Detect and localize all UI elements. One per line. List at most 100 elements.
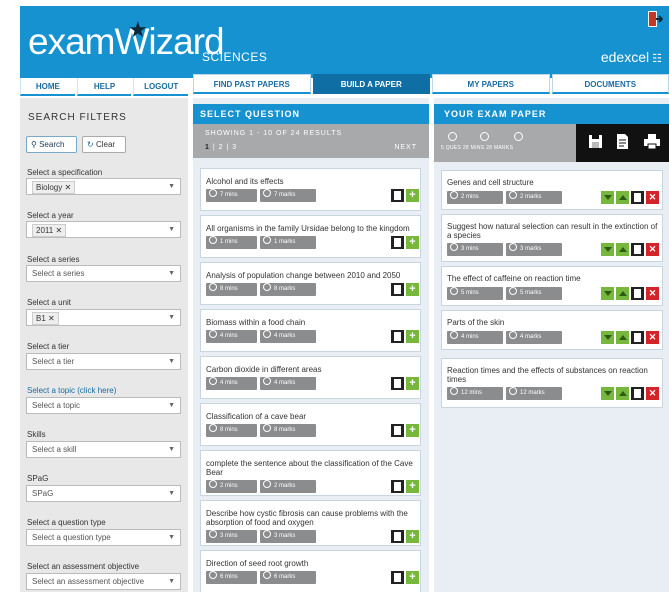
- preview-icon[interactable]: [391, 283, 404, 296]
- exam-question-card[interactable]: Genes and cell structure 2 mins 2 marks ✕: [441, 170, 663, 210]
- preview-icon[interactable]: [391, 330, 404, 343]
- exam-question-card[interactable]: Reaction times and the effects of substa…: [441, 358, 663, 408]
- next-page-link[interactable]: NEXT: [394, 144, 417, 151]
- remove-icon[interactable]: ✕: [64, 183, 71, 192]
- refresh-icon: ↻: [87, 140, 94, 149]
- page-link[interactable]: 2: [219, 144, 224, 151]
- move-up-icon[interactable]: [616, 243, 629, 256]
- add-icon[interactable]: +: [406, 330, 419, 343]
- exam-question-card[interactable]: Parts of the skin 4 mins 4 marks ✕: [441, 310, 663, 350]
- check-icon: [263, 330, 271, 338]
- question-card[interactable]: Describe how cystic fibrosis can cause p…: [200, 500, 421, 546]
- question-card[interactable]: Biomass within a food chain 4 mins 4 marks…: [200, 309, 421, 352]
- question-card[interactable]: Carbon dioxide in different areas 4 mins 4…: [200, 356, 421, 399]
- check-icon: [509, 243, 517, 251]
- search-button[interactable]: ⚲ Search: [26, 136, 77, 153]
- add-icon[interactable]: +: [406, 424, 419, 437]
- move-up-icon[interactable]: [616, 387, 629, 400]
- remove-icon[interactable]: ✕: [646, 287, 659, 300]
- exam-question-card[interactable]: The effect of caffeine on reaction time 5…: [441, 266, 663, 306]
- question-card[interactable]: Analysis of population change between 20…: [200, 262, 421, 305]
- chevron-down-icon: ▼: [168, 358, 175, 365]
- series-select[interactable]: Select a series ▼: [26, 265, 181, 282]
- document-icon[interactable]: [616, 134, 629, 149]
- move-down-icon[interactable]: [601, 387, 614, 400]
- page-link[interactable]: 3: [232, 144, 237, 151]
- preview-icon[interactable]: [631, 387, 644, 400]
- tab-documents[interactable]: DOCUMENTS: [551, 74, 669, 94]
- preview-icon[interactable]: [391, 571, 404, 584]
- question-type-select[interactable]: Select a question type ▼: [26, 529, 181, 546]
- year-select[interactable]: 2011 ✕ ▼: [26, 221, 181, 238]
- page-link[interactable]: 1: [205, 144, 210, 151]
- add-icon[interactable]: +: [406, 530, 419, 543]
- time-badge: 3 mins: [447, 243, 503, 256]
- question-card[interactable]: complete the sentence about the classifi…: [200, 450, 421, 496]
- add-icon[interactable]: +: [406, 480, 419, 493]
- question-title: All organisms in the family Ursidae belo…: [206, 224, 410, 233]
- tab-build-a-paper[interactable]: BUILD A PAPER: [312, 74, 430, 94]
- filter-label-skills: Skills: [27, 430, 46, 439]
- filter-label-topic[interactable]: Select a topic (click here): [27, 386, 116, 395]
- move-down-icon[interactable]: [601, 191, 614, 204]
- exit-icon[interactable]: [647, 10, 663, 28]
- question-card[interactable]: All organisms in the family Ursidae belo…: [200, 215, 421, 258]
- spag-select[interactable]: SPaG ▼: [26, 485, 181, 502]
- add-icon[interactable]: +: [406, 189, 419, 202]
- preview-icon[interactable]: [391, 236, 404, 249]
- move-up-icon[interactable]: [616, 331, 629, 344]
- tab-my-papers[interactable]: MY PAPERS: [432, 74, 550, 94]
- remove-icon[interactable]: ✕: [646, 331, 659, 344]
- move-up-icon[interactable]: [616, 191, 629, 204]
- remove-icon[interactable]: ✕: [646, 243, 659, 256]
- preview-icon[interactable]: [631, 331, 644, 344]
- preview-icon[interactable]: [391, 377, 404, 390]
- save-icon[interactable]: [589, 134, 602, 149]
- tier-select[interactable]: Select a tier ▼: [26, 353, 181, 370]
- unit-select[interactable]: B1 ✕ ▼: [26, 309, 181, 326]
- question-title: Biomass within a food chain: [206, 318, 306, 327]
- move-down-icon[interactable]: [601, 331, 614, 344]
- check-icon: [263, 189, 271, 197]
- question-card[interactable]: Classification of a cave bear 8 mins 8 mar…: [200, 403, 421, 446]
- assessment-objective-select[interactable]: Select an assessment objective ▼: [26, 573, 181, 590]
- preview-icon[interactable]: [631, 243, 644, 256]
- remove-icon[interactable]: ✕: [55, 226, 62, 235]
- add-icon[interactable]: +: [406, 377, 419, 390]
- time-badge: 2 mins: [206, 480, 257, 493]
- preview-icon[interactable]: [391, 530, 404, 543]
- clock-icon: [450, 243, 458, 251]
- add-icon[interactable]: +: [406, 236, 419, 249]
- print-icon[interactable]: [644, 134, 660, 149]
- nav-help[interactable]: HELP: [76, 78, 132, 96]
- exam-question-card[interactable]: Suggest how natural selection can result…: [441, 214, 663, 262]
- question-count-icon: [448, 132, 457, 141]
- tab-find-past-papers[interactable]: FIND PAST PAPERS: [193, 74, 311, 94]
- preview-icon[interactable]: [391, 480, 404, 493]
- topic-select[interactable]: Select a topic ▼: [26, 397, 181, 414]
- nav-logout[interactable]: LOGOUT: [133, 78, 189, 96]
- time-label: 7 mins: [220, 192, 238, 198]
- preview-icon[interactable]: [631, 191, 644, 204]
- preview-icon[interactable]: [391, 189, 404, 202]
- preview-icon[interactable]: [631, 287, 644, 300]
- question-card[interactable]: Alcohol and its effects 7 mins 7 marks +: [200, 168, 421, 211]
- remove-icon[interactable]: ✕: [646, 191, 659, 204]
- clock-icon: [450, 191, 458, 199]
- marks-badge: 3 marks: [260, 530, 316, 543]
- add-icon[interactable]: +: [406, 283, 419, 296]
- preview-icon[interactable]: [391, 424, 404, 437]
- logo: examWizard ★: [28, 17, 225, 64]
- nav-home[interactable]: HOME: [20, 78, 75, 96]
- specification-select[interactable]: Biology ✕ ▼: [26, 178, 181, 195]
- clear-button[interactable]: ↻ Clear: [82, 136, 126, 153]
- move-down-icon[interactable]: [601, 243, 614, 256]
- move-down-icon[interactable]: [601, 287, 614, 300]
- time-label: 5 mins: [461, 290, 479, 296]
- move-up-icon[interactable]: [616, 287, 629, 300]
- add-icon[interactable]: +: [406, 571, 419, 584]
- remove-icon[interactable]: ✕: [646, 387, 659, 400]
- remove-icon[interactable]: ✕: [48, 314, 55, 323]
- question-card[interactable]: Direction of seed root growth 6 mins 6 mar…: [200, 550, 421, 592]
- skill-select[interactable]: Select a skill ▼: [26, 441, 181, 458]
